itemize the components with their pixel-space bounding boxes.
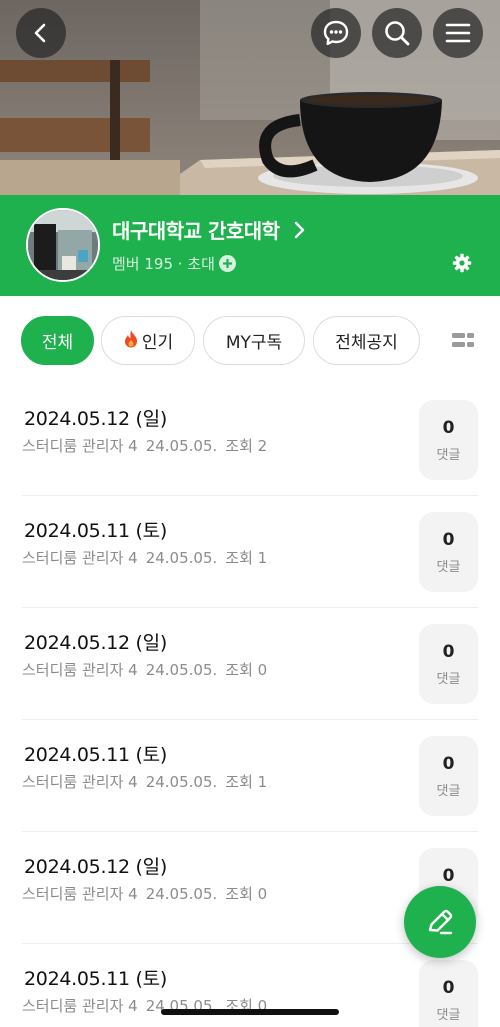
post-title: 2024.05.11 (토) — [24, 520, 167, 542]
pencil-icon — [428, 909, 453, 935]
comment-count-box[interactable]: 0 댓글 — [419, 512, 478, 592]
tab-my-subscriptions[interactable]: MY구독 — [203, 316, 305, 365]
post-date: 24.05.05. — [145, 885, 218, 903]
coffee-cup-photo — [0, 0, 500, 195]
cafe-info-bar: 대구대학교 간호대학 멤버 195 · 초대 — [0, 195, 500, 296]
post-item[interactable]: 2024.05.12 (일) 스터디룸 관리자 4 24.05.05. 조회 0 0… — [22, 608, 478, 720]
tab-notices-label: 전체공지 — [335, 333, 398, 353]
comment-count: 0 — [442, 977, 455, 998]
tab-popular-label: 인기 — [141, 333, 174, 353]
post-meta: 스터디룸 관리자 4 24.05.05. 조회 0 — [22, 659, 275, 680]
comment-count: 0 — [442, 865, 455, 886]
cafe-settings-button[interactable] — [452, 253, 472, 277]
post-views: 조회 1 — [225, 773, 268, 791]
comment-count: 0 — [442, 641, 455, 662]
post-date: 24.05.05. — [145, 773, 218, 791]
comment-count-box[interactable]: 0 댓글 — [419, 400, 478, 480]
post-title: 2024.05.11 (토) — [24, 968, 167, 990]
comment-count: 0 — [442, 529, 455, 550]
post-views: 조회 1 — [225, 549, 268, 567]
post-views: 조회 0 — [225, 661, 268, 679]
comment-count-box[interactable]: 0 댓글 — [419, 736, 478, 816]
post-date: 24.05.05. — [145, 661, 218, 679]
post-title: 2024.05.12 (일) — [24, 408, 167, 430]
tab-all[interactable]: 전체 — [21, 316, 94, 365]
back-button[interactable] — [16, 8, 66, 58]
tab-my-subscriptions-label: MY구독 — [225, 333, 283, 353]
grid-view-icon — [452, 333, 474, 347]
home-indicator[interactable] — [161, 1009, 339, 1015]
post-author: 스터디룸 관리자 4 — [22, 661, 138, 679]
post-title: 2024.05.12 (일) — [24, 856, 167, 878]
post-views: 조회 0 — [225, 885, 268, 903]
post-views: 조회 2 — [225, 437, 268, 455]
post-author: 스터디룸 관리자 4 — [22, 885, 138, 903]
gear-icon — [452, 253, 472, 273]
post-meta: 스터디룸 관리자 4 24.05.05. 조회 1 — [22, 771, 275, 792]
comment-count: 0 — [442, 753, 455, 774]
fire-icon — [123, 329, 139, 352]
hamburger-menu-icon — [445, 23, 471, 43]
comment-label: 댓글 — [436, 559, 461, 575]
chevron-left-icon — [34, 23, 46, 43]
menu-button[interactable] — [433, 8, 483, 58]
plus-icon — [222, 259, 232, 268]
cafe-avatar[interactable] — [26, 208, 100, 282]
cafe-name-link[interactable]: 대구대학교 간호대학 — [112, 215, 306, 244]
post-title: 2024.05.11 (토) — [24, 744, 167, 766]
post-item[interactable]: 2024.05.11 (토) 스터디룸 관리자 4 24.05.05. 조회 1 0… — [22, 720, 478, 832]
comment-count-box[interactable]: 0 댓글 — [419, 624, 478, 704]
cafe-name: 대구대학교 간호대학 — [112, 219, 280, 243]
post-item[interactable]: 2024.05.12 (일) 스터디룸 관리자 4 24.05.05. 조회 2 0… — [22, 384, 478, 496]
view-toggle-button[interactable] — [452, 332, 474, 352]
post-date: 24.05.05. — [145, 549, 218, 567]
cafe-member-info: 멤버 195 · 초대 — [112, 253, 236, 274]
tab-all-label: 전체 — [41, 333, 74, 353]
invite-button[interactable] — [218, 255, 236, 272]
post-item[interactable]: 2024.05.11 (토) 스터디룸 관리자 4 24.05.05. 조회 1 0… — [22, 496, 478, 608]
comment-label: 댓글 — [436, 447, 461, 463]
post-title: 2024.05.12 (일) — [24, 632, 167, 654]
search-button[interactable] — [372, 8, 422, 58]
post-meta: 스터디룸 관리자 4 24.05.05. 조회 0 — [22, 883, 275, 904]
comment-count-box[interactable]: 0 댓글 — [419, 960, 478, 1027]
write-post-button[interactable] — [404, 886, 476, 958]
post-author: 스터디룸 관리자 4 — [22, 773, 138, 791]
comment-label: 댓글 — [436, 783, 461, 799]
post-date: 24.05.05. — [145, 437, 218, 455]
chevron-right-icon — [294, 221, 304, 238]
comment-count: 0 — [442, 417, 455, 438]
member-count-text: 멤버 195 · 초대 — [112, 255, 215, 273]
chat-bubble-icon — [323, 20, 349, 46]
post-author: 스터디룸 관리자 4 — [22, 549, 138, 567]
board-filter-tabs: 전체 인기 MY구독 전체공지 — [0, 296, 500, 384]
tab-notices[interactable]: 전체공지 — [313, 316, 420, 365]
cafe-cover-image — [0, 0, 500, 195]
tab-popular[interactable]: 인기 — [101, 316, 195, 365]
post-author: 스터디룸 관리자 4 — [22, 437, 138, 455]
search-icon — [385, 21, 410, 46]
post-meta: 스터디룸 관리자 4 24.05.05. 조회 2 — [22, 435, 275, 456]
comment-label: 댓글 — [436, 1007, 461, 1023]
chat-button[interactable] — [311, 8, 361, 58]
cafe-avatar-photo — [28, 210, 98, 280]
post-author: 스터디룸 관리자 4 — [22, 997, 138, 1015]
post-meta: 스터디룸 관리자 4 24.05.05. 조회 1 — [22, 547, 275, 568]
comment-label: 댓글 — [436, 671, 461, 687]
